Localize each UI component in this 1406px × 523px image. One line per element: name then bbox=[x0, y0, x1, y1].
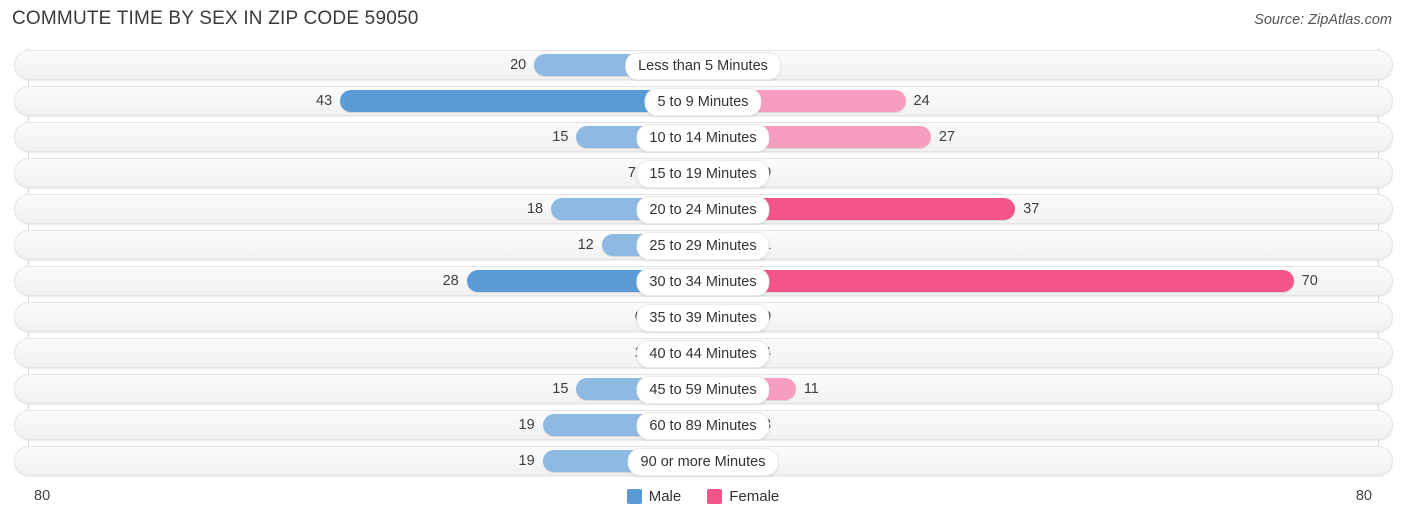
value-label-female: 24 bbox=[913, 93, 930, 109]
bar-female[interactable] bbox=[703, 270, 1294, 292]
chart-footer: 80 80 Male Female bbox=[0, 480, 1406, 523]
source-attribution: Source: ZipAtlas.com bbox=[1254, 12, 1392, 28]
table-row[interactable]: 204Less than 5 Minutes bbox=[14, 50, 1393, 80]
value-label-male: 7 bbox=[627, 165, 636, 181]
value-label-male: 12 bbox=[577, 237, 594, 253]
page-title: COMMUTE TIME BY SEX IN ZIP CODE 59050 bbox=[12, 8, 419, 29]
legend-item[interactable]: Female bbox=[707, 488, 779, 505]
value-label-male: 43 bbox=[316, 93, 333, 109]
table-row[interactable]: 15 27 10 to 14 Minutes bbox=[14, 122, 1393, 152]
value-label-male: 28 bbox=[442, 273, 459, 289]
category-label[interactable]: 35 to 39 Minutes bbox=[636, 304, 770, 332]
table-row[interactable]: 0035 to 39 Minutes bbox=[14, 302, 1393, 332]
table-row[interactable]: 19090 or more Minutes bbox=[14, 446, 1393, 476]
chart-header: COMMUTE TIME BY SEX IN ZIP CODE 59050 So… bbox=[0, 0, 1406, 42]
category-label[interactable]: 30 to 34 Minutes bbox=[636, 268, 770, 296]
category-label[interactable]: 45 to 59 Minutes bbox=[636, 376, 770, 404]
chart-plot-area: 204Less than 5 Minutes 43 24 5 to 9 Minutes… bbox=[0, 48, 1406, 480]
value-label-female: 27 bbox=[938, 129, 955, 145]
table-row[interactable]: 12125 to 29 Minutes bbox=[14, 230, 1393, 260]
legend-label: Male bbox=[648, 488, 682, 505]
value-label-male: 18 bbox=[526, 201, 544, 217]
table-row[interactable]: 18 37 20 to 24 Minutes bbox=[14, 194, 1393, 224]
category-label[interactable]: 10 to 14 Minutes bbox=[636, 124, 770, 152]
chart-legend: Male Female bbox=[0, 488, 1406, 505]
value-label-female: 70 bbox=[1301, 273, 1318, 289]
category-label[interactable]: 90 or more Minutes bbox=[627, 448, 779, 476]
value-label-male: 19 bbox=[518, 453, 535, 469]
legend-label: Female bbox=[729, 488, 780, 505]
table-row[interactable]: 7015 to 19 Minutes bbox=[14, 158, 1393, 188]
value-label-female: 11 bbox=[803, 381, 819, 397]
table-row[interactable]: 15 11 45 to 59 Minutes bbox=[14, 374, 1393, 404]
legend-swatch-female bbox=[707, 489, 723, 504]
value-label-female: 37 bbox=[1023, 201, 1040, 217]
table-row[interactable]: 19360 to 89 Minutes bbox=[14, 410, 1393, 440]
value-label-male: 19 bbox=[518, 417, 535, 433]
table-row[interactable]: 2440 to 44 Minutes bbox=[14, 338, 1393, 368]
table-row[interactable]: 28 70 30 to 34 Minutes bbox=[14, 266, 1393, 296]
legend-item[interactable]: Male bbox=[626, 488, 682, 505]
value-label-male: 15 bbox=[552, 381, 569, 397]
category-label[interactable]: 15 to 19 Minutes bbox=[636, 160, 770, 188]
value-label-male: 20 bbox=[510, 57, 527, 73]
category-label[interactable]: 40 to 44 Minutes bbox=[636, 340, 770, 368]
category-label[interactable]: 60 to 89 Minutes bbox=[636, 412, 770, 440]
category-label[interactable]: 5 to 9 Minutes bbox=[644, 88, 762, 116]
category-label[interactable]: 20 to 24 Minutes bbox=[636, 196, 770, 224]
legend-swatch-male bbox=[626, 489, 642, 504]
category-label[interactable]: Less than 5 Minutes bbox=[625, 52, 781, 80]
value-label-male: 15 bbox=[552, 129, 569, 145]
table-row[interactable]: 43 24 5 to 9 Minutes bbox=[14, 86, 1393, 116]
category-label[interactable]: 25 to 29 Minutes bbox=[636, 232, 770, 260]
